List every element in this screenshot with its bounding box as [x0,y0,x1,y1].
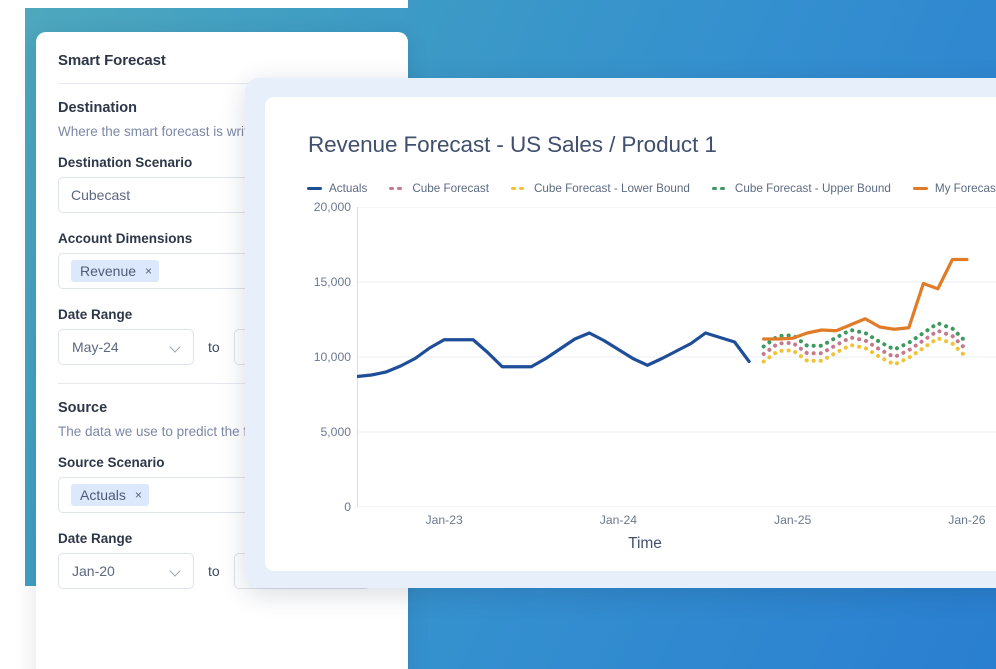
y-axis-tick-label: 0 [344,500,351,514]
chart-plot-wrapper: 05,00010,00015,00020,000 Jan-23Jan-24Jan… [265,207,996,571]
chart-panel-outer: Revenue Forecast - US Sales / Product 1 … [245,78,996,588]
destination-date-from-select[interactable]: May-24 [58,329,194,365]
series-line [764,260,967,340]
destination-date-to-word: to [208,339,220,355]
legend-marker-dashed [712,187,728,190]
app-root: Smart Forecast Destination Where the sma… [0,0,996,669]
destination-date-from-value: May-24 [72,339,119,355]
y-axis-tick-label: 5,000 [321,425,352,439]
x-axis-tick-label: Jan-24 [600,513,637,527]
legend-label: Actuals [329,182,367,195]
background-white-top [0,0,408,8]
legend-item[interactable]: My Forecast [913,182,996,195]
legend-label: Cube Forecast - Upper Bound [735,182,891,195]
chip-actuals-label: Actuals [80,487,126,503]
legend-marker-dashed [511,187,527,190]
legend-item[interactable]: Actuals [307,182,367,195]
chip-actuals[interactable]: Actuals × [71,484,149,506]
y-axis-tick-label: 20,000 [314,200,351,214]
x-axis-tick-label: Jan-23 [425,513,462,527]
close-icon[interactable]: × [135,489,142,501]
chart-legend: Actuals Cube Forecast Cube Forecast - Lowe… [307,182,996,195]
legend-item[interactable]: Cube Forecast - Upper Bound [712,182,891,195]
y-axis-tick-label: 10,000 [314,350,351,364]
x-axis-title: Time [265,535,996,553]
plot-area [357,207,996,507]
page-title: Smart Forecast [58,52,386,69]
legend-item[interactable]: Cube Forecast [389,182,489,195]
chip-revenue[interactable]: Revenue × [71,260,159,282]
source-date-to-word: to [208,563,220,579]
chevron-down-icon [171,342,182,353]
y-axis-labels: 05,00010,00015,00020,000 [265,207,357,507]
chart-title: Revenue Forecast - US Sales / Product 1 [308,132,717,158]
chart-svg [357,207,996,507]
legend-marker-solid [307,187,322,190]
close-icon[interactable]: × [145,265,152,277]
source-date-from-select[interactable]: Jan-20 [58,553,194,589]
legend-marker-dashed [389,187,405,190]
legend-label: Cube Forecast - Lower Bound [534,182,690,195]
destination-scenario-value: Cubecast [71,187,130,203]
x-axis-tick-label: Jan-26 [948,513,985,527]
background-white-left [0,0,25,669]
chart-card: Revenue Forecast - US Sales / Product 1 … [265,97,996,571]
legend-marker-solid [913,187,928,190]
source-date-from-value: Jan-20 [72,563,115,579]
legend-label: My Forecast [935,182,996,195]
x-axis-tick-label: Jan-25 [774,513,811,527]
legend-item[interactable]: Cube Forecast - Lower Bound [511,182,690,195]
legend-label: Cube Forecast [412,182,489,195]
chevron-down-icon [171,566,182,577]
x-axis-labels: Jan-23 Jan-24 Jan-25 Jan-26 [357,513,996,535]
series-line [357,333,749,377]
y-axis-tick-label: 15,000 [314,275,351,289]
chip-revenue-label: Revenue [80,263,136,279]
